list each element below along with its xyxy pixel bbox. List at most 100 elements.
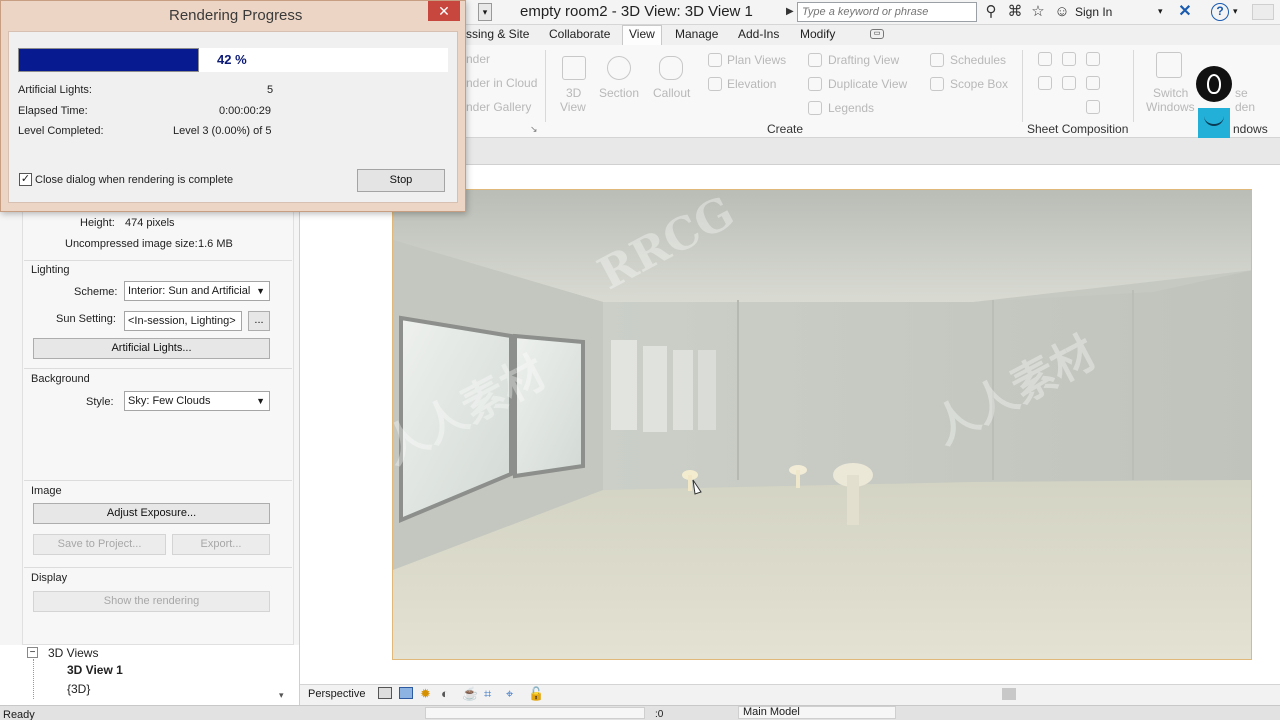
- divider: [24, 260, 292, 261]
- ribbon-minimize-icon[interactable]: ▭: [870, 29, 884, 39]
- collapse-icon[interactable]: −: [27, 647, 38, 658]
- sun-path-icon[interactable]: ✹: [420, 686, 431, 702]
- lock-view-icon[interactable]: 🔓: [528, 686, 544, 702]
- window-title: empty room2 - 3D View: 3D View 1: [520, 3, 753, 20]
- scope-box-icon[interactable]: [930, 77, 944, 91]
- sun-setting-browse-button[interactable]: ...: [248, 311, 270, 331]
- render-dialog-icon[interactable]: ☕: [462, 686, 478, 702]
- tab-add-ins[interactable]: Add-Ins: [738, 27, 779, 41]
- show-crop-icon[interactable]: ⌖: [506, 686, 513, 702]
- sun-setting-field[interactable]: <In-session, Lighting>: [124, 311, 242, 331]
- scheme-label: Scheme:: [74, 286, 118, 298]
- plan-views-icon[interactable]: [708, 53, 722, 67]
- shadows-icon[interactable]: ◐: [441, 686, 449, 701]
- play-icon[interactable]: ▶: [786, 6, 794, 17]
- schedules-icon[interactable]: [930, 53, 944, 67]
- sign-in-link[interactable]: Sign In: [1075, 5, 1112, 19]
- ribbon-separator: [1133, 50, 1134, 122]
- view-reference-icon[interactable]: [1086, 76, 1100, 90]
- scheme-select[interactable]: Interior: Sun and Artificial ▼: [124, 281, 270, 301]
- tab-manage[interactable]: Manage: [675, 27, 718, 41]
- show-rendering-button[interactable]: Show the rendering: [33, 591, 270, 612]
- section-icon[interactable]: [607, 56, 631, 80]
- level-completed-value: Level 3 (0.00%) of 5: [173, 125, 272, 137]
- browser-item-3d-view-1[interactable]: 3D View 1: [67, 663, 123, 677]
- title-block-icon[interactable]: [1062, 52, 1076, 66]
- duplicate-view-label[interactable]: Duplicate View: [828, 77, 907, 91]
- tree-line: [33, 659, 34, 699]
- revisions-icon[interactable]: [1062, 76, 1076, 90]
- chevron-down-icon[interactable]: ▾: [1233, 6, 1238, 17]
- viewports-icon[interactable]: [1086, 100, 1100, 114]
- scroll-down-icon[interactable]: ▾: [279, 690, 284, 701]
- hidden-label[interactable]: den: [1235, 100, 1255, 114]
- switch-label[interactable]: Switch: [1153, 86, 1188, 100]
- legends-icon[interactable]: [808, 101, 822, 115]
- artificial-lights-label: Artificial Lights:: [18, 84, 92, 96]
- adjust-exposure-button[interactable]: Adjust Exposure...: [33, 503, 270, 524]
- 3d-view-sublabel[interactable]: View: [560, 100, 586, 114]
- duplicate-view-icon[interactable]: [808, 77, 822, 91]
- chevron-down-icon[interactable]: ▾: [1158, 6, 1163, 17]
- detail-level-icon[interactable]: [378, 687, 392, 699]
- browser-item-3d[interactable]: {3D}: [67, 682, 90, 696]
- rendered-image[interactable]: [392, 189, 1252, 660]
- callout-label[interactable]: Callout: [653, 86, 690, 100]
- save-to-project-button[interactable]: Save to Project...: [33, 534, 166, 555]
- dialog-title: Rendering Progress: [169, 7, 303, 24]
- matchline-icon[interactable]: [1086, 52, 1100, 66]
- 3d-view-icon[interactable]: [562, 56, 586, 80]
- temp-hide-icon[interactable]: [1002, 688, 1016, 700]
- render-label[interactable]: nder: [466, 52, 490, 66]
- plan-views-label[interactable]: Plan Views: [727, 53, 786, 67]
- background-style-select[interactable]: Sky: Few Clouds ▼: [124, 391, 270, 411]
- crop-view-icon[interactable]: ⌗: [484, 686, 491, 702]
- help-icon[interactable]: ?: [1211, 3, 1229, 21]
- section-label[interactable]: Section: [599, 86, 639, 100]
- callout-icon[interactable]: [659, 56, 683, 80]
- star-icon[interactable]: ☆: [1029, 3, 1047, 21]
- guide-grid-icon[interactable]: [1038, 76, 1052, 90]
- elevation-label[interactable]: Elevation: [727, 77, 776, 91]
- panel-launcher-icon[interactable]: ↘: [530, 124, 538, 135]
- tab-collaborate[interactable]: Collaborate: [549, 27, 610, 41]
- switch-windows-icon[interactable]: [1156, 52, 1182, 78]
- legends-label[interactable]: Legends: [828, 101, 874, 115]
- 3d-view-label[interactable]: 3D: [566, 86, 581, 100]
- level-completed-label: Level Completed:: [18, 125, 104, 137]
- windows-label[interactable]: Windows: [1146, 100, 1195, 114]
- render-gallery-label[interactable]: nder Gallery: [466, 100, 531, 114]
- browser-group-3d-views[interactable]: 3D Views: [48, 646, 98, 660]
- quick-access-dropdown[interactable]: ▾: [478, 3, 492, 21]
- search-box[interactable]: [797, 2, 977, 22]
- exchange-icon[interactable]: ✕: [1176, 3, 1194, 21]
- tab-massing-site[interactable]: ssing & Site: [466, 27, 529, 41]
- chevron-down-icon: ▼: [256, 286, 265, 296]
- user-icon[interactable]: ☺: [1053, 3, 1071, 21]
- background-style-value: Sky: Few Clouds: [128, 395, 211, 407]
- drafting-view-icon[interactable]: [808, 53, 822, 67]
- stop-button[interactable]: Stop: [357, 169, 445, 192]
- close-on-complete-label[interactable]: Close dialog when rendering is complete: [35, 174, 233, 186]
- tab-modify[interactable]: Modify: [800, 27, 835, 41]
- connect-icon[interactable]: ⌘: [1006, 3, 1024, 21]
- elevation-icon[interactable]: [708, 77, 722, 91]
- drafting-view-label[interactable]: Drafting View: [828, 53, 899, 67]
- sheet-icon[interactable]: [1038, 52, 1052, 66]
- schedules-label[interactable]: Schedules: [950, 53, 1006, 67]
- view-type-label[interactable]: Perspective: [308, 688, 365, 700]
- visual-style-icon[interactable]: [399, 687, 413, 699]
- close-icon[interactable]: ✕: [428, 1, 460, 21]
- close-hidden-label[interactable]: se: [1235, 86, 1248, 100]
- tab-view[interactable]: View: [629, 27, 655, 41]
- close-on-complete-checkbox[interactable]: ✓: [19, 173, 32, 186]
- render-in-cloud-label[interactable]: nder in Cloud: [466, 76, 537, 90]
- scope-box-label[interactable]: Scope Box: [950, 77, 1008, 91]
- window-controls[interactable]: [1252, 4, 1274, 20]
- search-input[interactable]: [798, 3, 976, 21]
- artificial-lights-button[interactable]: Artificial Lights...: [33, 338, 270, 359]
- binoculars-icon[interactable]: ⚲: [982, 3, 1000, 21]
- export-button[interactable]: Export...: [172, 534, 270, 555]
- workset-field[interactable]: [425, 707, 645, 719]
- design-option-field[interactable]: Main Model: [738, 706, 896, 719]
